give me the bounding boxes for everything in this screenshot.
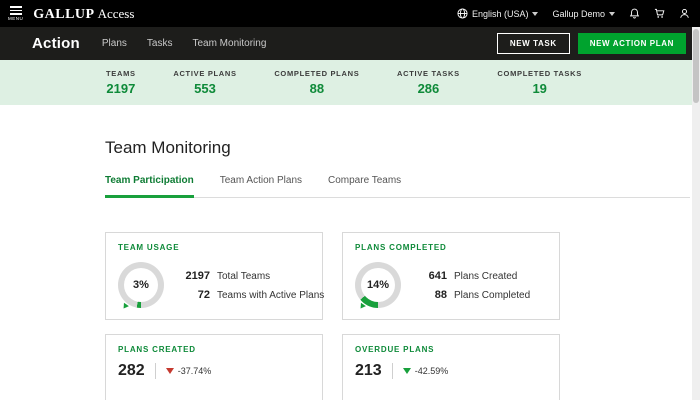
main-content: Team Monitoring Team Participation Team …: [0, 138, 700, 400]
vertical-scrollbar[interactable]: [692, 27, 700, 400]
trend-percent: -42.59%: [414, 366, 449, 376]
bell-icon: [629, 8, 640, 19]
overdue-plans-card: OVERDUE PLANS 213 -42.59%: [342, 334, 560, 400]
menu-button-label: MENU: [8, 15, 24, 21]
gauge-pointer-icon: [121, 302, 129, 311]
tab-compare-teams[interactable]: Compare Teams: [328, 175, 401, 198]
donut-percent-label: 3%: [124, 268, 158, 302]
account-selector[interactable]: Gallup Demo: [552, 9, 615, 19]
action-title: Action: [32, 35, 80, 52]
stat-label: COMPLETED PLANS: [274, 69, 360, 78]
divider: [154, 363, 156, 379]
action-nav: Plans Tasks Team Monitoring: [102, 38, 267, 49]
legend-value: 88: [434, 288, 447, 301]
plans-completed-card: PLANS COMPLETED 14% 641 Plans Created 88…: [342, 232, 560, 320]
stat-value: 2197: [106, 81, 136, 96]
card-title: TEAM USAGE: [118, 243, 180, 252]
stat-label: TEAMS: [106, 69, 136, 78]
tab-team-participation[interactable]: Team Participation: [105, 175, 194, 198]
cart-button[interactable]: [654, 8, 665, 19]
legend-label: Teams with Active Plans: [217, 289, 325, 301]
dashboard-cards: TEAM USAGE 3% 2197 Total Teams 72 Teams …: [105, 232, 700, 400]
nav-item-plans[interactable]: Plans: [102, 38, 127, 49]
new-action-plan-button[interactable]: NEW ACTION PLAN: [577, 33, 686, 54]
scrollbar-thumb[interactable]: [693, 29, 699, 103]
nav-item-tasks[interactable]: Tasks: [147, 38, 173, 49]
legend-value: 72: [197, 288, 210, 301]
action-header-bar: Action Plans Tasks Team Monitoring NEW T…: [0, 27, 700, 60]
top-app-bar: MENU GALLUP Access English (USA) Gallup D…: [0, 0, 700, 27]
language-selector[interactable]: English (USA): [457, 8, 539, 19]
stats-summary-bar: TEAMS 2197 ACTIVE PLANS 553 COMPLETED PL…: [0, 60, 700, 105]
account-label: Gallup Demo: [552, 8, 605, 19]
legend-row: 2197 Total Teams: [180, 270, 324, 282]
hamburger-icon: [9, 6, 22, 15]
card-title: OVERDUE PLANS: [355, 345, 435, 354]
legend-value: 641: [428, 269, 447, 282]
page-title: Team Monitoring: [105, 138, 231, 157]
chevron-down-icon: [532, 11, 539, 16]
legend-row: 88 Plans Completed: [417, 289, 530, 301]
legend-row: 72 Teams with Active Plans: [180, 288, 325, 301]
tab-bar: Team Participation Team Action Plans Com…: [105, 175, 690, 198]
plans-created-card: PLANS CREATED 282 -37.74%: [105, 334, 323, 400]
divider: [391, 363, 393, 379]
trend-down-icon: [165, 368, 174, 374]
stat-label: COMPLETED TASKS: [497, 69, 582, 78]
legend-label: Total Teams: [217, 270, 271, 282]
trend-percent: -37.74%: [177, 366, 212, 376]
legend-label: Plans Created: [454, 270, 518, 282]
menu-button[interactable]: MENU: [8, 6, 23, 21]
legend-value: 2197: [185, 269, 210, 282]
brand-logo[interactable]: GALLUP Access: [33, 5, 134, 23]
stat-completed-plans: COMPLETED PLANS 88: [274, 69, 359, 96]
gauge-pointer-icon: [358, 302, 366, 311]
stat-value: 88: [309, 81, 325, 96]
kpi-value: 213: [355, 362, 382, 379]
team-usage-donut-chart: 3%: [118, 262, 164, 311]
legend-label: Plans Completed: [454, 289, 531, 301]
donut-percent-label: 14%: [361, 268, 395, 302]
language-label: English (USA): [471, 8, 529, 19]
plans-completed-donut-chart: 14%: [355, 262, 401, 311]
stat-active-plans: ACTIVE PLANS 553: [173, 69, 236, 96]
person-icon: [680, 9, 689, 18]
new-task-button[interactable]: NEW TASK: [496, 33, 570, 54]
notifications-button[interactable]: [629, 8, 640, 19]
nav-item-team-monitoring[interactable]: Team Monitoring: [192, 38, 266, 49]
stat-label: ACTIVE PLANS: [173, 69, 237, 78]
card-title: PLANS CREATED: [118, 345, 196, 354]
team-usage-card: TEAM USAGE 3% 2197 Total Teams 72 Teams …: [105, 232, 325, 320]
stat-teams: TEAMS 2197: [106, 69, 136, 96]
legend-row: 641 Plans Created: [417, 270, 530, 282]
globe-icon: [457, 8, 468, 19]
card-title: PLANS COMPLETED: [355, 243, 447, 252]
stat-active-tasks: ACTIVE TASKS 286: [397, 69, 460, 96]
stat-label: ACTIVE TASKS: [396, 69, 460, 78]
chevron-down-icon: [609, 11, 615, 16]
trend-down-icon: [402, 368, 411, 374]
brand-name: GALLUP: [33, 6, 95, 22]
stat-value: 19: [532, 81, 547, 96]
cart-icon: [654, 8, 665, 18]
stat-completed-tasks: COMPLETED TASKS 19: [497, 69, 582, 96]
tab-team-action-plans[interactable]: Team Action Plans: [220, 175, 302, 198]
stat-value: 553: [194, 81, 216, 96]
kpi-value: 282: [118, 362, 145, 379]
profile-button[interactable]: [679, 8, 690, 19]
stat-value: 286: [417, 81, 440, 96]
brand-suffix: Access: [97, 5, 135, 21]
